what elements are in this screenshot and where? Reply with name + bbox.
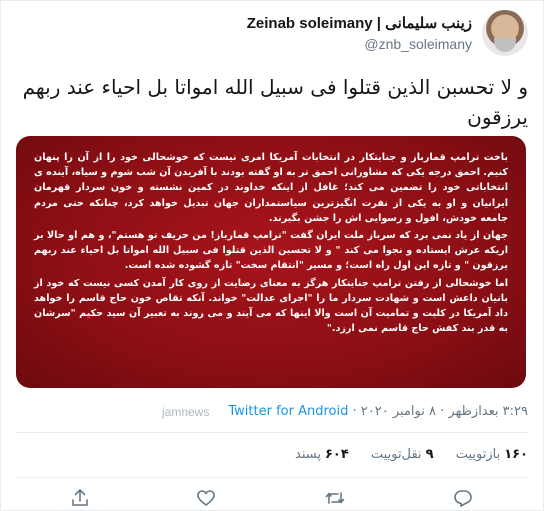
media-paragraph-3: اما خوشحالی از رفتن ترامپ جنایتکار هرگز … bbox=[34, 277, 508, 335]
reply-icon[interactable] bbox=[453, 488, 473, 508]
tweet-meta: ۳:۲۹ بعدازظهر · ۸ نوامبر ۲۰۲۰ · Twitter … bbox=[228, 404, 528, 419]
retweets-stat[interactable]: ۱۶۰بازتوییت bbox=[456, 447, 528, 462]
quotes-stat[interactable]: ۹نقل‌توییت bbox=[371, 447, 434, 462]
retweet-icon[interactable] bbox=[325, 488, 345, 508]
action-bar bbox=[0, 488, 544, 508]
watermark: jamnews bbox=[162, 405, 210, 419]
media-text: باخت ترامپ قمارباز و جنایتکار در انتخابا… bbox=[34, 150, 508, 338]
likes-count: ۶۰۴ bbox=[324, 447, 349, 462]
author-name-separator: | bbox=[376, 15, 381, 32]
author-handle[interactable]: @znb_soleimany bbox=[364, 36, 472, 52]
quotes-count: ۹ bbox=[425, 447, 434, 462]
tweet-header: Zeinab soleimany | زینب سلیمانی @znb_sol… bbox=[16, 10, 528, 60]
meta-separator: · bbox=[352, 404, 357, 419]
like-icon[interactable] bbox=[196, 488, 216, 508]
likes-stat[interactable]: ۶۰۴پسند bbox=[295, 447, 349, 462]
author-name-fa: زینب سلیمانی bbox=[385, 15, 472, 32]
avatar[interactable] bbox=[482, 10, 528, 56]
share-icon[interactable] bbox=[70, 488, 90, 508]
tweet-text: و لا تحسبن الذین قتلوا فی سبیل الله اموا… bbox=[22, 75, 528, 129]
author-name-en: Zeinab soleimany bbox=[246, 15, 373, 32]
tweet-stats: ۱۶۰بازتوییت ۹نقل‌توییت ۶۰۴پسند bbox=[277, 447, 528, 462]
tweet-media-image[interactable]: باخت ترامپ قمارباز و جنایتکار در انتخابا… bbox=[16, 136, 526, 388]
media-paragraph-1: باخت ترامپ قمارباز و جنایتکار در انتخابا… bbox=[34, 152, 508, 224]
retweets-label: بازتوییت bbox=[455, 447, 501, 462]
media-paragraph-2: جهان از یاد نمی برد که سرباز ملت ایران گ… bbox=[34, 230, 508, 272]
meta-separator: · bbox=[440, 404, 445, 419]
avatar-figure bbox=[494, 38, 516, 52]
tweet-source[interactable]: Twitter for Android bbox=[228, 404, 348, 419]
likes-label: پسند bbox=[295, 447, 321, 462]
tweet-time[interactable]: ۳:۲۹ بعدازظهر bbox=[448, 404, 528, 419]
quotes-label: نقل‌توییت bbox=[370, 447, 422, 462]
tweet-date[interactable]: ۸ نوامبر ۲۰۲۰ bbox=[361, 404, 436, 419]
author-name[interactable]: Zeinab soleimany | زینب سلیمانی bbox=[247, 14, 472, 32]
divider bbox=[16, 432, 528, 433]
divider bbox=[16, 477, 528, 478]
retweets-count: ۱۶۰ bbox=[504, 447, 528, 462]
